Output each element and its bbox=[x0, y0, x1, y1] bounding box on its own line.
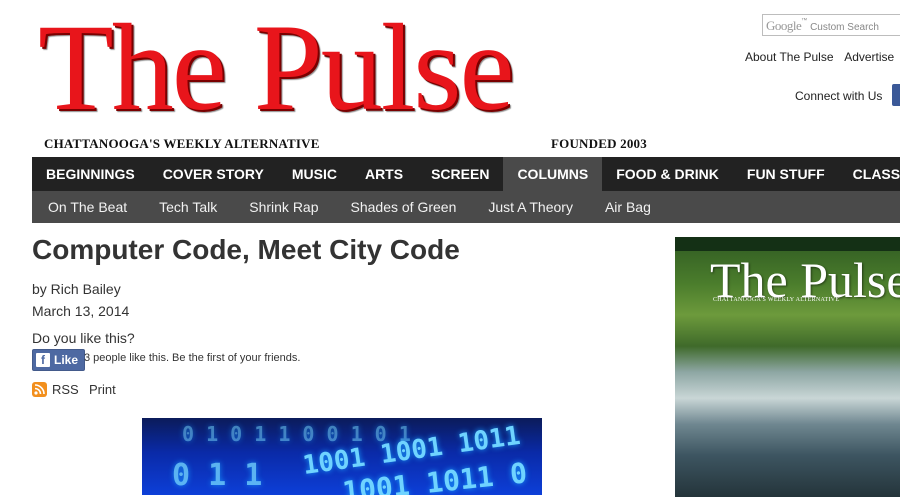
nav-item-music[interactable]: MUSIC bbox=[278, 157, 351, 191]
nav-item-beginnings[interactable]: BEGINNINGS bbox=[32, 157, 149, 191]
print-link[interactable]: Print bbox=[89, 382, 116, 397]
article-byline: by Rich Bailey bbox=[32, 281, 121, 297]
like-question: Do you like this? bbox=[32, 330, 135, 346]
nav-item-cover-story[interactable]: COVER STORY bbox=[149, 157, 278, 191]
facebook-like-button[interactable]: f Like bbox=[32, 349, 86, 371]
article-date: March 13, 2014 bbox=[32, 303, 130, 319]
cover-tagline: CHATTANOOGA'S WEEKLY ALTERNATIVE bbox=[713, 297, 840, 303]
subnav-item-tech-talk[interactable]: Tech Talk bbox=[143, 199, 233, 215]
connect-label: Connect with Us bbox=[795, 89, 883, 103]
search-placeholder: Custom Search bbox=[810, 22, 879, 33]
about-link[interactable]: About The Pulse bbox=[745, 50, 834, 64]
sub-nav: On The Beat Tech Talk Shrink Rap Shades … bbox=[32, 191, 900, 223]
subnav-item-shrink-rap[interactable]: Shrink Rap bbox=[233, 199, 334, 215]
nav-item-classifieds[interactable]: CLASSIF bbox=[839, 157, 900, 191]
founded-label: FOUNDED 2003 bbox=[551, 136, 647, 151]
cover-header-strip bbox=[675, 237, 900, 251]
site-logo[interactable]: The Pulse bbox=[38, 6, 514, 130]
article-image: 0 1 0 1 1 0 0 1 0 1 1001 1001 1011 0 1 1… bbox=[142, 418, 542, 495]
subnav-item-shades-of-green[interactable]: Shades of Green bbox=[335, 199, 473, 215]
nav-item-food-drink[interactable]: FOOD & DRINK bbox=[602, 157, 733, 191]
subnav-item-on-the-beat[interactable]: On The Beat bbox=[32, 199, 143, 215]
search-brand: Google bbox=[766, 18, 802, 33]
nav-item-screen[interactable]: SCREEN bbox=[417, 157, 503, 191]
magazine-cover-image[interactable]: The Pulse CHATTANOOGA'S WEEKLY ALTERNATI… bbox=[675, 237, 900, 497]
site-tagline: CHATTANOOGA'S WEEKLY ALTERNATIVE bbox=[44, 136, 320, 151]
nav-item-arts[interactable]: ARTS bbox=[351, 157, 417, 191]
article-title: Computer Code, Meet City Code bbox=[32, 234, 460, 265]
search-input[interactable]: Google™ Custom Search bbox=[762, 14, 900, 36]
nav-item-fun-stuff[interactable]: FUN STUFF bbox=[733, 157, 839, 191]
like-count-text: 3 people like this. Be the first of your… bbox=[84, 352, 301, 364]
subnav-item-air-bag[interactable]: Air Bag bbox=[589, 199, 667, 215]
main-nav: BEGINNINGS COVER STORY MUSIC ARTS SCREEN… bbox=[32, 157, 900, 191]
top-links: About The Pulse Advertise bbox=[745, 50, 900, 64]
like-button-label: Like bbox=[54, 353, 79, 367]
nav-item-columns[interactable]: COLUMNS bbox=[503, 157, 603, 191]
advertise-link[interactable]: Advertise bbox=[844, 50, 894, 64]
facebook-icon: f bbox=[36, 353, 50, 367]
subnav-item-just-a-theory[interactable]: Just A Theory bbox=[472, 199, 589, 215]
rss-link[interactable]: RSS bbox=[52, 382, 79, 397]
facebook-icon[interactable] bbox=[892, 84, 900, 106]
rss-icon[interactable] bbox=[32, 382, 47, 397]
